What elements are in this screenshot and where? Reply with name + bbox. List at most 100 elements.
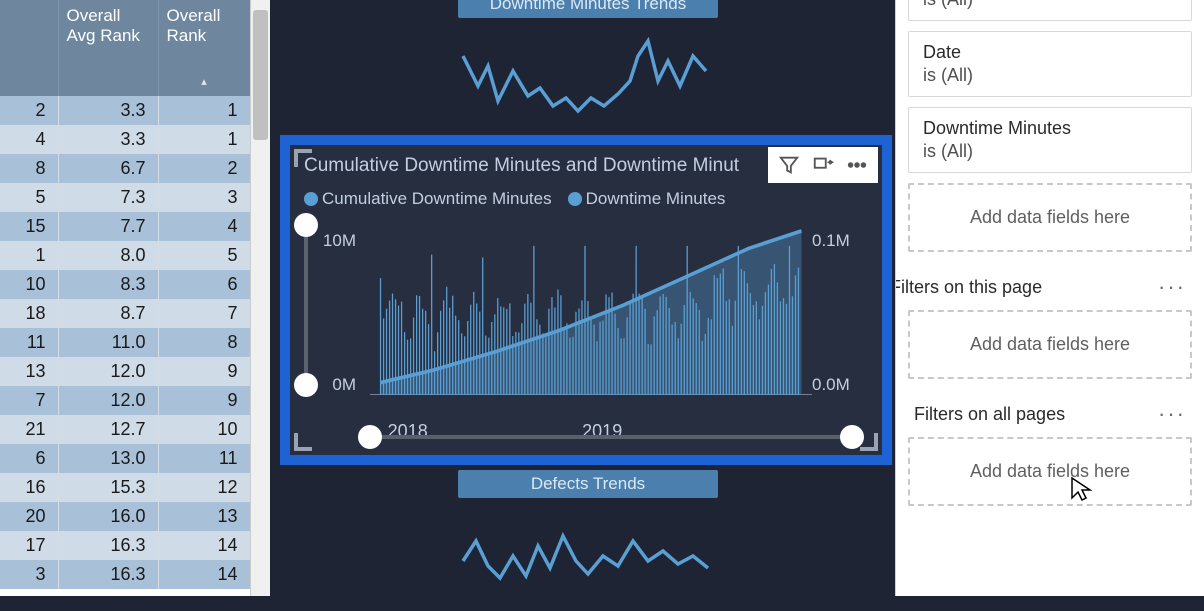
filter-card-partial[interactable]: is (All) <box>908 0 1192 21</box>
table-cell: 15 <box>0 212 58 241</box>
table-row[interactable]: 2112.710 <box>0 415 250 444</box>
table-cell: 5 <box>158 241 250 270</box>
visual-header-toolbar <box>768 147 878 183</box>
table-cell: 4 <box>0 125 58 154</box>
table-cell: 2 <box>158 154 250 183</box>
selected-visual-frame[interactable]: Cumulative Downtime Minutes and Downtime… <box>280 135 892 465</box>
filter-card-downtime[interactable]: Downtime Minutes is (All) <box>908 107 1192 173</box>
table-row[interactable]: 1716.314 <box>0 531 250 560</box>
table-cell: 12.7 <box>58 415 158 444</box>
table-row[interactable]: 2016.013 <box>0 502 250 531</box>
mouse-cursor-icon <box>1070 476 1092 502</box>
table-row[interactable]: 613.011 <box>0 444 250 473</box>
table-cell: 7 <box>158 299 250 328</box>
section-menu-all-icon[interactable]: ··· <box>1158 401 1186 427</box>
table-cell: 1 <box>158 125 250 154</box>
table-row[interactable]: 57.33 <box>0 183 250 212</box>
col-header-blank[interactable] <box>0 0 58 96</box>
table-row[interactable]: 43.31 <box>0 125 250 154</box>
legend-label-2: Downtime Minutes <box>586 189 726 209</box>
table-cell: 3 <box>0 560 58 589</box>
table-cell: 12.0 <box>58 386 158 415</box>
table-row[interactable]: 316.314 <box>0 560 250 589</box>
dashboard-canvas[interactable]: Downtime Minutes Trends Cumulative Downt… <box>270 0 895 596</box>
section-title-all: Filters on all pages <box>914 404 1065 425</box>
add-fields-label-3: Add data fields here <box>970 461 1130 481</box>
sparkline-defects <box>458 506 718 606</box>
table-cell: 16.0 <box>58 502 158 531</box>
mini-chart-defects[interactable]: Defects Trends <box>448 470 728 611</box>
table-scrollbar[interactable] <box>250 0 270 596</box>
table-row[interactable]: 1312.09 <box>0 357 250 386</box>
filter-name-downtime: Downtime Minutes <box>923 118 1177 139</box>
section-filters-all: Filters on all pages ··· <box>914 401 1186 427</box>
table-row[interactable]: 18.05 <box>0 241 250 270</box>
filter-icon[interactable] <box>776 151 802 179</box>
table-cell: 14 <box>158 531 250 560</box>
table-cell: 4 <box>158 212 250 241</box>
table-cell: 5 <box>0 183 58 212</box>
table-cell: 15.3 <box>58 473 158 502</box>
table-cell: 10 <box>158 415 250 444</box>
table-cell: 11.0 <box>58 328 158 357</box>
section-title-page: Filters on this page <box>895 277 1042 298</box>
plot-area <box>370 221 812 395</box>
x-range-slider[interactable] <box>370 435 852 439</box>
filter-card-date[interactable]: Date is (All) <box>908 31 1192 97</box>
section-filters-page: Filters on this page ··· <box>895 274 1186 300</box>
table-cell: 17 <box>0 531 58 560</box>
mini-title-defects: Defects Trends <box>458 470 718 498</box>
col-header-avg-rank[interactable]: Overall Avg Rank <box>58 0 158 96</box>
x-slider-handle-left[interactable] <box>358 425 382 449</box>
more-options-icon[interactable] <box>844 151 870 179</box>
table-cell: 16 <box>0 473 58 502</box>
add-fields-all[interactable]: Add data fields here <box>908 437 1192 506</box>
table-cell: 7.7 <box>58 212 158 241</box>
mini-chart-downtime[interactable]: Downtime Minutes Trends <box>448 0 728 131</box>
table-cell: 13.0 <box>58 444 158 473</box>
filter-value-partial: is (All) <box>923 0 1177 10</box>
scrollbar-thumb[interactable] <box>253 10 268 140</box>
x-slider-handle-right[interactable] <box>840 425 864 449</box>
rank-table[interactable]: Overall Avg Rank Overall Rank 23.3143.31… <box>0 0 270 596</box>
chart-body: 10M 0M 0.1M 0.0M 2018 2019 <box>300 221 872 395</box>
filter-value-downtime: is (All) <box>923 141 1177 162</box>
table-cell: 8 <box>158 328 250 357</box>
table-row[interactable]: 1111.08 <box>0 328 250 357</box>
table-row[interactable]: 108.36 <box>0 270 250 299</box>
add-fields-page[interactable]: Add data fields here <box>908 310 1192 379</box>
focus-mode-icon[interactable] <box>810 151 836 179</box>
mini-title-downtime: Downtime Minutes Trends <box>458 0 718 18</box>
legend-label-1: Cumulative Downtime Minutes <box>322 189 552 209</box>
table-cell: 8 <box>0 154 58 183</box>
table-row[interactable]: 86.72 <box>0 154 250 183</box>
y-axis-left: 10M 0M <box>300 221 360 395</box>
table-cell: 13 <box>158 502 250 531</box>
table-cell: 14 <box>158 560 250 589</box>
add-fields-label-2: Add data fields here <box>970 334 1130 354</box>
table-cell: 3.3 <box>58 125 158 154</box>
table-row[interactable]: 1615.312 <box>0 473 250 502</box>
col-header-overall-rank[interactable]: Overall Rank <box>158 0 250 96</box>
legend-dot-1 <box>304 192 318 206</box>
table-cell: 20 <box>0 502 58 531</box>
table-row[interactable]: 157.74 <box>0 212 250 241</box>
y-axis-right: 0.1M 0.0M <box>812 221 872 395</box>
add-fields-visual[interactable]: Add data fields here <box>908 183 1192 252</box>
table-cell: 6.7 <box>58 154 158 183</box>
table-cell: 11 <box>158 444 250 473</box>
filter-value-date: is (All) <box>923 65 1177 86</box>
table-cell: 8.7 <box>58 299 158 328</box>
table-cell: 12 <box>158 473 250 502</box>
table-cell: 2 <box>0 96 58 125</box>
table-row[interactable]: 23.31 <box>0 96 250 125</box>
table-cell: 3.3 <box>58 96 158 125</box>
section-menu-page-icon[interactable]: ··· <box>1158 274 1186 300</box>
table-cell: 6 <box>0 444 58 473</box>
resize-handle-bl[interactable] <box>294 433 312 451</box>
table-cell: 8.0 <box>58 241 158 270</box>
filter-name-date: Date <box>923 42 1177 63</box>
table-row[interactable]: 188.77 <box>0 299 250 328</box>
table-cell: 6 <box>158 270 250 299</box>
table-row[interactable]: 712.09 <box>0 386 250 415</box>
